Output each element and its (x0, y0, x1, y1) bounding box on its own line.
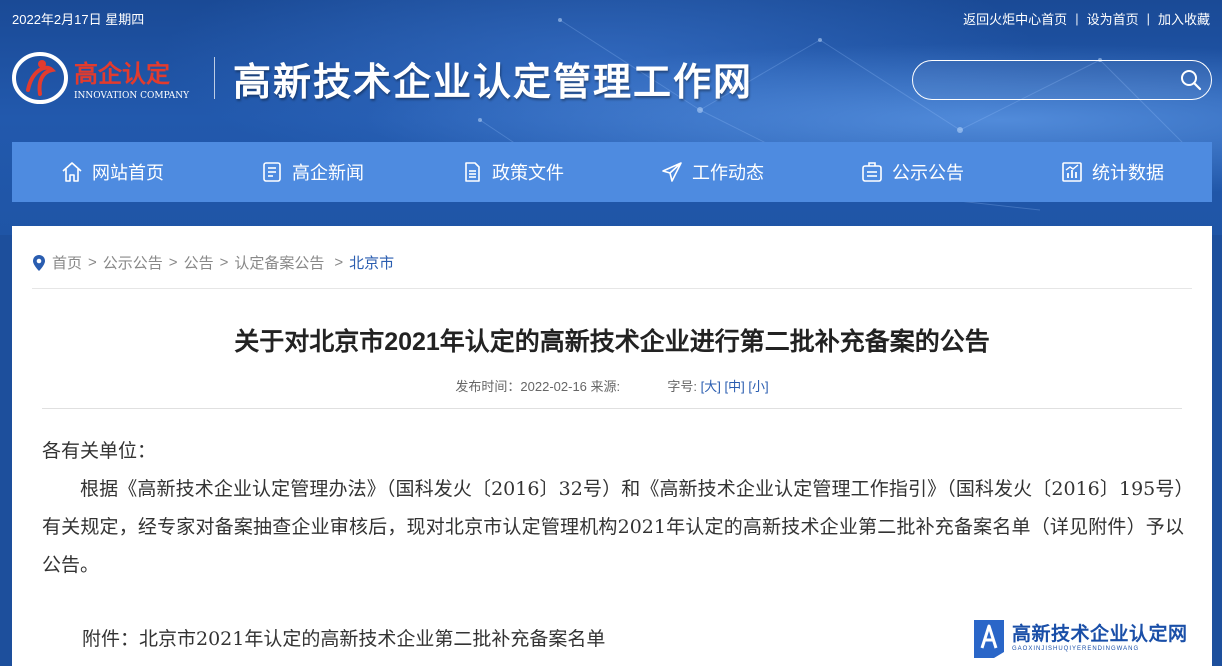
nav-item-work[interactable]: 工作动态 (612, 142, 812, 202)
breadcrumb-arrow: > (168, 254, 178, 271)
separator: | (1146, 11, 1150, 26)
publish-info: 发布时间：2022-02-16 来源: (455, 379, 621, 394)
breadcrumb-current[interactable]: 北京市 (349, 252, 394, 273)
home-icon (62, 162, 82, 182)
nav-label: 公示公告 (892, 163, 964, 183)
current-date: 2022年2月17日 星期四 (12, 12, 145, 27)
separator: | (1075, 11, 1079, 26)
breadcrumb-filing[interactable]: 认定备案公告 (234, 252, 324, 273)
nav-label: 统计数据 (1092, 163, 1164, 183)
article-title: 关于对北京市2021年认定的高新技术企业进行第二批补充备案的公告 (234, 328, 990, 356)
breadcrumb: 首页 > 公示公告 > 公告 > 认定备案公告 > 北京市 (32, 252, 394, 273)
brand[interactable]: 高企认定 INNOVATION COMPANY 高新技术企业认定管理工作网 (12, 48, 753, 108)
nav-label: 高企新闻 (292, 163, 364, 183)
watermark-logo-icon (974, 620, 1004, 658)
title-divider (42, 408, 1182, 409)
breadcrumb-arrow: > (219, 254, 229, 271)
breadcrumb-arrow: > (88, 254, 97, 271)
chart-icon (1062, 162, 1082, 182)
logo-text: 高企认定 (74, 60, 170, 88)
search-input[interactable] (927, 69, 1167, 91)
attachment-link[interactable]: 附件：北京市2021年认定的高新技术企业第二批补充备案名单 (82, 624, 605, 651)
top-bar: 2022年2月17日 星期四 返回火炬中心首页 | 设为首页 | 加入收藏 (0, 0, 1222, 32)
article-meta: 发布时间：2022-02-16 来源: 字号: [大] [中] [小] (12, 376, 1212, 395)
font-size-small[interactable]: [小] (748, 379, 768, 394)
nav-label: 网站首页 (92, 163, 164, 183)
breadcrumb-home[interactable]: 首页 (52, 252, 82, 273)
font-size-label: 字号: (667, 379, 698, 394)
nav-item-policy[interactable]: 政策文件 (412, 142, 612, 202)
nav-item-home[interactable]: 网站首页 (12, 142, 212, 202)
nav-label: 政策文件 (492, 163, 564, 183)
logo-subtext: INNOVATION COMPANY (74, 91, 190, 101)
location-pin-icon (33, 254, 45, 271)
watermark: 高新技术企业认定网 GAOXINJISHUQIYERENDINGWANG (972, 610, 1222, 666)
breadcrumb-arrow: > (334, 254, 344, 271)
breadcrumb-announcement[interactable]: 公告 (184, 252, 214, 273)
document-icon (263, 162, 281, 182)
nav-item-stats[interactable]: 统计数据 (1012, 142, 1212, 202)
salutation: 各有关单位： (42, 440, 157, 462)
main-nav: 网站首页 高企新闻 政策文件 工作动态 公示公告 统计数据 (12, 142, 1212, 202)
breadcrumb-divider (32, 288, 1192, 289)
brand-divider (214, 57, 215, 99)
bulletin-icon (862, 162, 882, 182)
file-text-icon (465, 162, 480, 182)
return-torch-center-link[interactable]: 返回火炬中心首页 (963, 9, 1067, 28)
font-size-large[interactable]: [大] (701, 379, 721, 394)
search-box (912, 60, 1212, 100)
paper-plane-icon (662, 162, 682, 182)
set-homepage-link[interactable]: 设为首页 (1087, 9, 1139, 28)
breadcrumb-notice[interactable]: 公示公告 (103, 252, 163, 273)
watermark-subtitle: GAOXINJISHUQIYERENDINGWANG (1012, 646, 1140, 652)
nav-item-notice[interactable]: 公示公告 (812, 142, 1012, 202)
font-size-medium[interactable]: [中] (725, 379, 745, 394)
add-favorite-link[interactable]: 加入收藏 (1158, 9, 1210, 28)
site-logo[interactable]: 高企认定 INNOVATION COMPANY (12, 50, 202, 106)
top-links: 返回火炬中心首页 | 设为首页 | 加入收藏 (963, 9, 1210, 28)
content-panel: 首页 > 公示公告 > 公告 > 认定备案公告 > 北京市 关于对北京市2021… (12, 226, 1212, 666)
article-paragraph: 根据《高新技术企业认定管理办法》（国科发火〔2016〕32号）和《高新技术企业认… (42, 478, 1184, 576)
nav-label: 工作动态 (692, 163, 764, 183)
nav-item-news[interactable]: 高企新闻 (212, 142, 412, 202)
site-title: 高新技术企业认定管理工作网 (233, 58, 754, 104)
article-body: 各有关单位： 根据《高新技术企业认定管理办法》（国科发火〔2016〕32号）和《… (42, 432, 1184, 584)
search-icon[interactable] (1179, 68, 1203, 92)
watermark-title: 高新技术企业认定网 (1012, 624, 1188, 645)
